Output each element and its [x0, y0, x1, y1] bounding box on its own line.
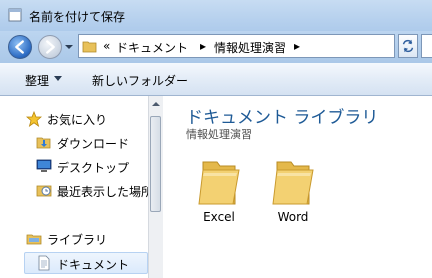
nav-item-documents[interactable]: ドキュメント [57, 256, 129, 273]
folder-item-excel[interactable]: Excel [188, 150, 250, 230]
folder-icon [272, 161, 314, 205]
star-icon [26, 111, 42, 127]
window-title: 名前を付けて保存 [29, 10, 126, 24]
folder-item-word[interactable]: Word [262, 150, 324, 230]
save-dialog-icon [8, 8, 22, 22]
forward-button[interactable] [38, 35, 62, 59]
desktop-icon [36, 159, 52, 172]
folder-icon [198, 161, 240, 205]
nav-item-desktop[interactable]: デスクトップ [57, 159, 129, 176]
arrow-left-icon [15, 40, 24, 54]
arrow-right-icon [46, 40, 55, 54]
scrollbar-thumb[interactable] [150, 116, 161, 212]
command-bar [0, 63, 432, 96]
folder-icon [82, 41, 97, 53]
refresh-icon [402, 39, 414, 53]
library-subtitle: 情報処理演習 [186, 128, 252, 141]
breadcrumb-separator[interactable]: ▸ [200, 39, 206, 53]
folder-label: Word [277, 210, 309, 224]
chevron-down-icon [54, 76, 62, 81]
nav-item-downloads[interactable]: ダウンロード [57, 135, 129, 152]
refresh-button[interactable] [398, 34, 418, 58]
breadcrumb-overflow[interactable]: « [103, 39, 110, 53]
libraries-header[interactable]: ライブラリ [47, 231, 107, 248]
library-title: ドキュメント ライブラリ [186, 108, 379, 128]
search-input[interactable] [421, 34, 432, 58]
folder-label: Excel [203, 210, 235, 224]
scroll-up-icon[interactable] [151, 100, 161, 108]
breadcrumb-separator[interactable]: ▸ [294, 39, 300, 53]
new-folder-button[interactable]: 新しいフォルダー [92, 72, 188, 89]
save-as-dialog: 名前を付けて保存 « ドキュメント ▸ 情報処理演習 ▸ 整理 新しいフォルダー [0, 0, 432, 278]
nav-item-recent-places[interactable]: 最近表示した場所 [57, 183, 153, 200]
breadcrumb-current[interactable]: 情報処理演習 [214, 39, 286, 56]
organize-button[interactable]: 整理 [25, 72, 49, 89]
recent-pages-dropdown-icon[interactable] [64, 43, 74, 51]
recent-places-icon [36, 185, 52, 197]
document-icon [38, 255, 50, 271]
back-button[interactable] [8, 35, 32, 59]
libraries-icon [26, 234, 42, 245]
download-folder-icon [36, 137, 51, 149]
favorites-header[interactable]: お気に入り [47, 111, 107, 128]
breadcrumb-documents[interactable]: ドキュメント [116, 39, 188, 56]
